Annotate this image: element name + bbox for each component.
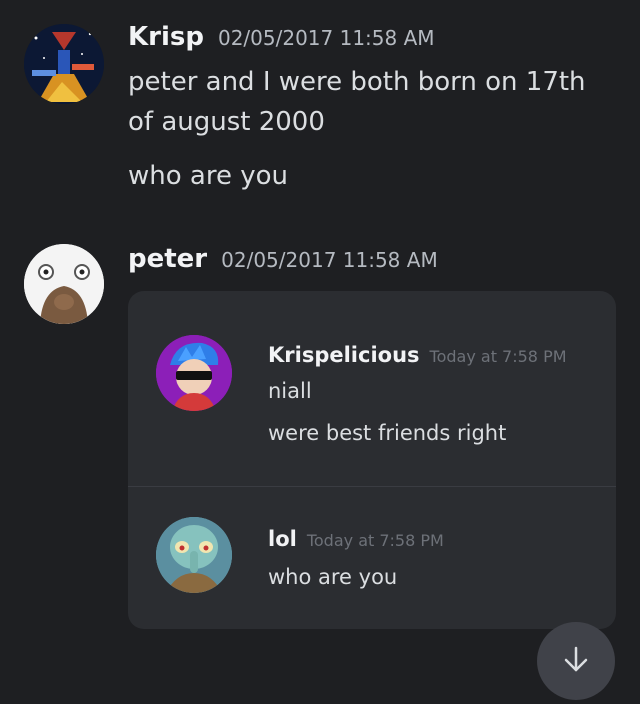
message-timestamp: 02/05/2017 11:58 AM xyxy=(217,26,435,50)
message-username[interactable]: Krisp xyxy=(128,22,204,52)
squidward-avatar-icon xyxy=(156,517,232,593)
krisp-avatar[interactable] xyxy=(24,24,104,104)
blue-hair-sunglasses-avatar-icon xyxy=(156,335,232,411)
embed-timestamp: Today at 7:58 PM xyxy=(306,531,444,550)
message-text-line: peter and I were both born on 17th xyxy=(128,67,586,97)
star-wars-poster-avatar-icon xyxy=(24,24,104,104)
embed-username: Krispelicious xyxy=(268,343,420,367)
message-followup-text: who are you xyxy=(128,161,288,191)
scroll-to-bottom-button[interactable] xyxy=(537,622,615,700)
lol-avatar xyxy=(156,517,232,593)
message-text-line: of august 2000 xyxy=(128,107,325,137)
embedded-image[interactable]: Krispelicious Today at 7:58 PM niall were… xyxy=(128,291,616,629)
peter-avatar[interactable] xyxy=(24,244,104,324)
message-username[interactable]: peter xyxy=(128,244,207,274)
embed-message-line: who are you xyxy=(268,565,398,589)
embed-timestamp: Today at 7:58 PM xyxy=(429,347,567,366)
embed-username: lol xyxy=(268,527,297,551)
cartoon-bird-avatar-icon xyxy=(24,244,104,324)
krispelicious-avatar xyxy=(156,335,232,411)
arrow-down-icon xyxy=(564,646,588,672)
embed-message-line: niall xyxy=(268,379,312,403)
embed-divider xyxy=(128,486,616,487)
message-timestamp: 02/05/2017 11:58 AM xyxy=(221,248,438,272)
embed-message-line: were best friends right xyxy=(268,421,507,445)
